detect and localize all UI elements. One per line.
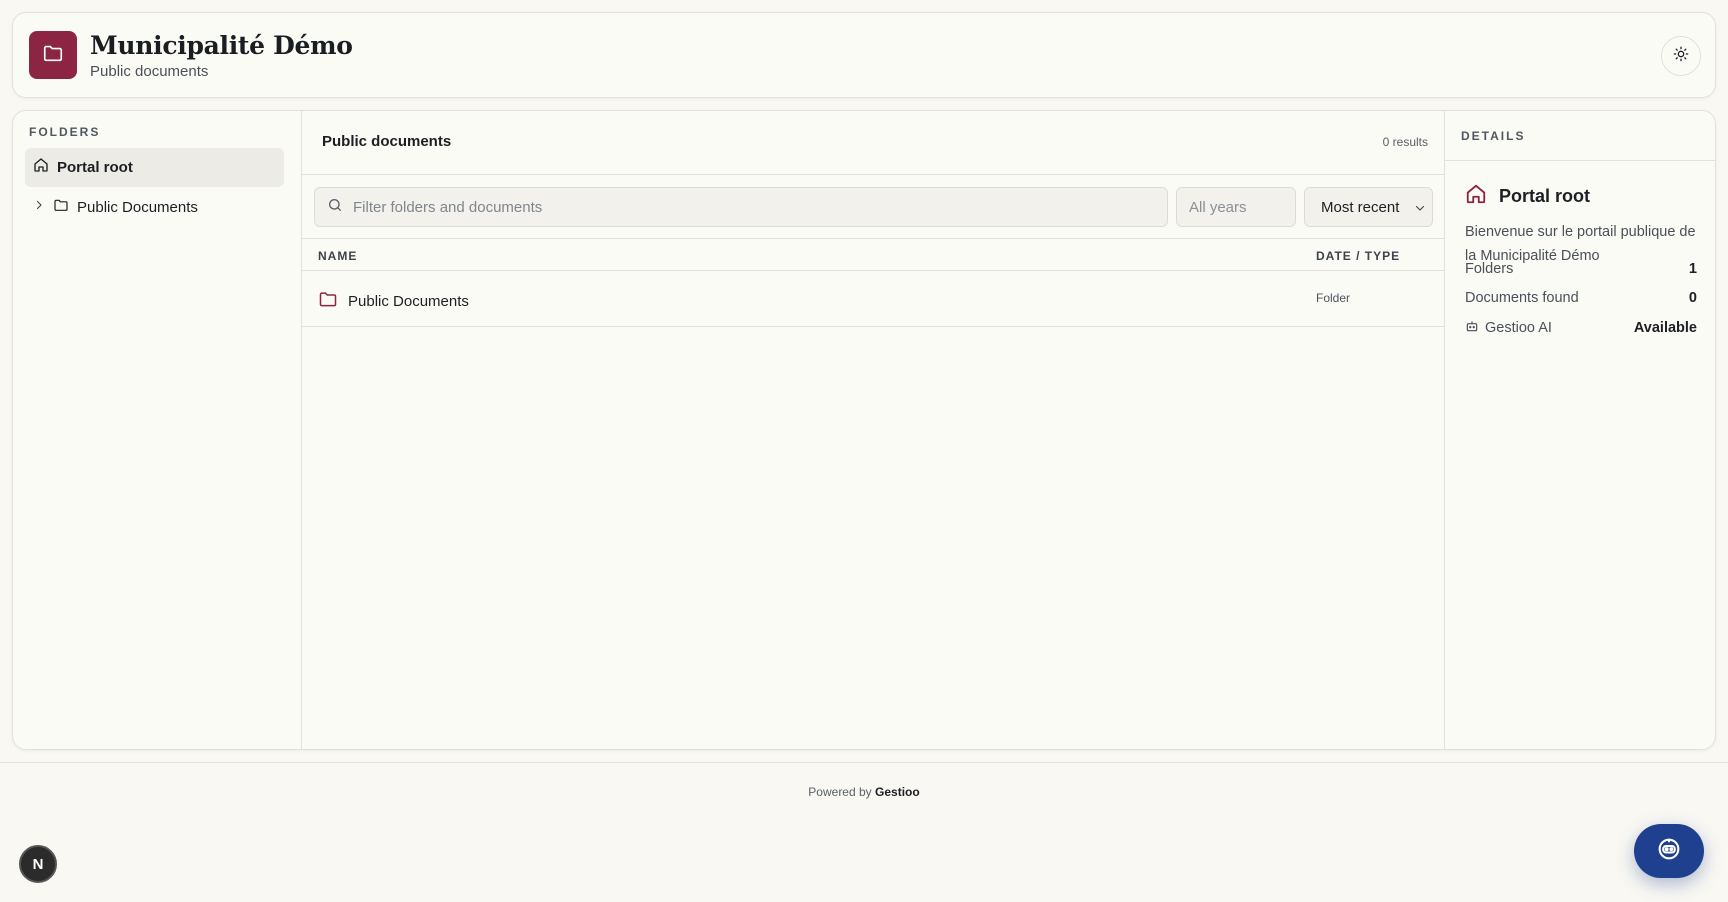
table-header: NAME DATE / TYPE [302,239,1444,271]
ai-assistant-button[interactable] [1634,824,1704,878]
chevron-down-icon [1414,201,1426,218]
stat-gestioo-ai: Gestioo AI Available [1465,319,1697,337]
documents-title: Public documents [322,133,452,150]
filter-toolbar: All years Most recent [302,175,1444,239]
row-name[interactable]: Public Documents [348,293,469,310]
home-icon [33,157,49,178]
footer-prefix: Powered by [808,785,872,799]
footer: Powered by Gestioo [0,785,1728,799]
stat-folders: Folders 1 [1465,261,1697,277]
sidebar-item-label: Public Documents [77,198,198,216]
folders-sidebar: FOLDERS Portal root Public Documents [13,111,302,749]
sidebar-item-public-documents[interactable]: Public Documents [33,195,198,219]
stat-value: 1 [1688,261,1697,277]
results-count: 0 results [1382,135,1428,149]
page-subtitle: Public documents [90,63,209,80]
home-icon [1465,183,1487,210]
search-input[interactable] [353,198,1143,216]
sort-select[interactable]: Most recent [1304,187,1433,227]
stat-label: Documents found [1465,290,1579,306]
stat-value: 0 [1688,290,1697,306]
documents-panel: Public documents 0 results All years Mos… [302,111,1445,749]
folders-heading: FOLDERS [29,125,101,139]
folder-icon [42,42,64,69]
robot-icon [1465,319,1479,337]
search-box[interactable] [314,187,1168,227]
app-header: Municipalité Démo Public documents [12,12,1716,98]
details-panel: DETAILS Portal root Bienvenue sur le por… [1445,111,1715,749]
stat-value: Available [1633,320,1697,336]
dev-tools-badge[interactable]: N [19,845,57,883]
stat-label: Folders [1465,261,1514,277]
robot-icon [1655,835,1683,868]
details-title-row: Portal root [1465,183,1590,210]
theme-toggle-button[interactable] [1661,36,1701,76]
table-row[interactable]: Public Documents Folder [302,271,1444,327]
page-title: Municipalité Démo [90,31,353,60]
footer-divider [0,762,1728,763]
sidebar-item-label: Portal root [57,159,133,176]
stat-documents-found: Documents found 0 [1465,290,1697,306]
row-type: Folder [1316,291,1351,305]
footer-brand-link[interactable]: Gestioo [875,785,920,799]
folder-icon [318,289,338,314]
sun-icon [1673,46,1689,67]
year-filter-input[interactable]: All years [1176,187,1296,227]
details-header: DETAILS [1445,111,1715,161]
search-icon [327,197,343,218]
documents-header: Public documents 0 results [302,111,1444,175]
column-header-date-type[interactable]: DATE / TYPE [1316,249,1400,263]
content-shell: FOLDERS Portal root Public Documents Pub… [12,110,1716,750]
details-title: Portal root [1499,186,1591,206]
chevron-right-icon[interactable] [33,198,45,216]
row-name-cell: Public Documents [318,289,469,314]
sort-select-value: Most recent [1321,198,1400,216]
sidebar-item-portal-root[interactable]: Portal root [25,148,284,187]
brand-logo [29,31,77,79]
stat-label-wrap: Gestioo AI [1465,319,1552,337]
stat-label: Gestioo AI [1485,320,1552,336]
column-header-name[interactable]: NAME [318,249,357,263]
details-heading: DETAILS [1461,129,1526,143]
folder-icon [53,197,69,218]
